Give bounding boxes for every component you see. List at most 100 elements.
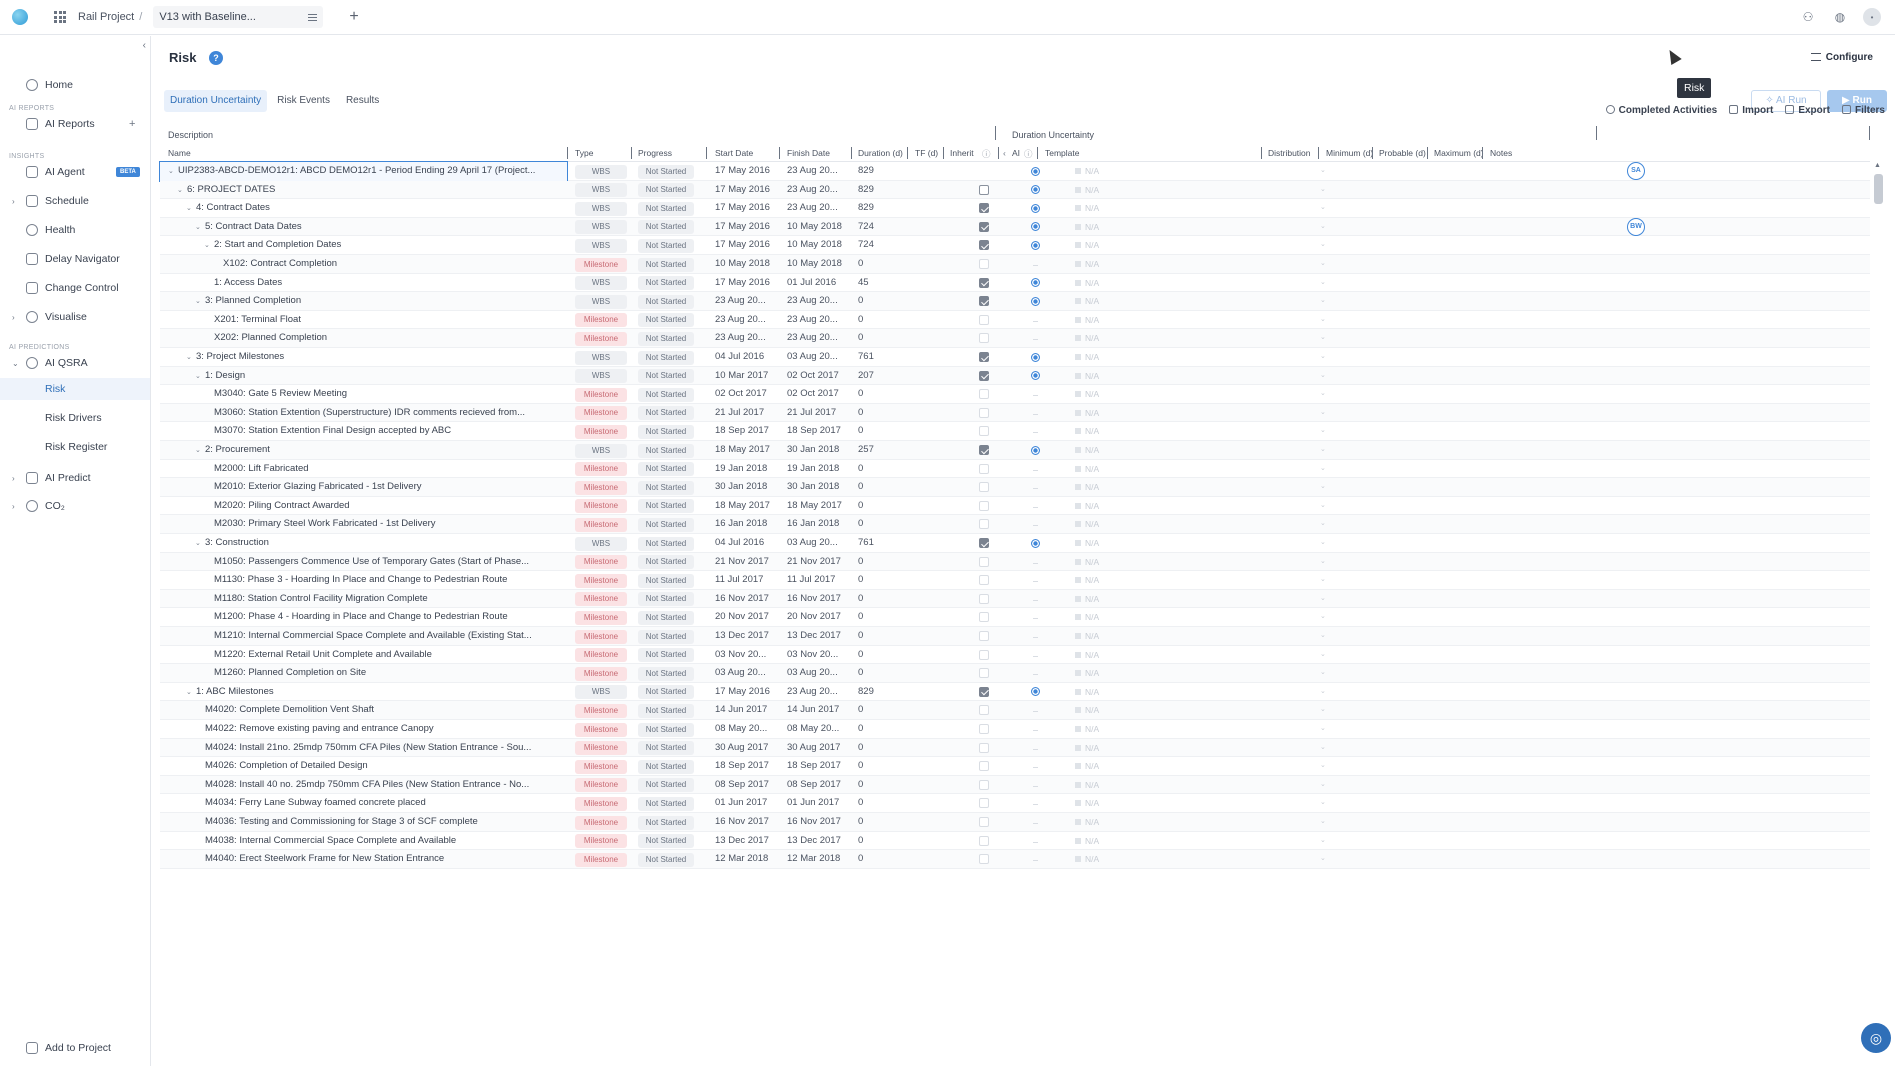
scrollbar-thumb[interactable]: [1874, 174, 1883, 204]
chevron-down-icon[interactable]: ⌄: [12, 359, 19, 368]
table-row[interactable]: ⌄ 3: Construction WBS Not Started 04 Jul 201…: [160, 534, 1870, 553]
row-name-cell[interactable]: M1200: Phase 4 - Hoarding in Place and C…: [160, 608, 567, 627]
inherit-checkbox[interactable]: [979, 407, 989, 418]
chat-icon[interactable]: ◍: [1831, 8, 1849, 26]
ai-toggle[interactable]: [1031, 222, 1040, 232]
table-row[interactable]: ⌄ 3: Project Milestones WBS Not Started 04 J…: [160, 348, 1870, 367]
inherit-checkbox[interactable]: [979, 184, 989, 195]
table-row[interactable]: M1180: Station Control Facility Migratio…: [160, 589, 1870, 609]
assistant-button[interactable]: ◎: [1861, 1023, 1891, 1053]
users-icon[interactable]: ⚇: [1799, 8, 1817, 26]
template-select[interactable]: N/A: [1085, 515, 1145, 534]
table-row[interactable]: X201: Terminal Float Milestone Not Started…: [160, 311, 1870, 330]
note-avatar[interactable]: SA: [1627, 162, 1645, 180]
inherit-checkbox[interactable]: [979, 798, 989, 809]
template-select[interactable]: N/A: [1085, 757, 1145, 776]
sidebar-item-risk-register[interactable]: Risk Register: [0, 436, 150, 458]
chevron-down-icon[interactable]: ⌄: [1320, 538, 1326, 546]
template-select[interactable]: N/A: [1085, 236, 1145, 255]
filters-button[interactable]: Filters: [1841, 105, 1885, 116]
template-select[interactable]: N/A: [1085, 553, 1145, 572]
chevron-down-icon[interactable]: ⌄: [1320, 854, 1326, 862]
sidebar-item-change-control[interactable]: Change Control: [0, 277, 150, 299]
chevron-down-icon[interactable]: ⌄: [186, 349, 196, 367]
col-type[interactable]: Type: [575, 148, 593, 158]
template-select[interactable]: N/A: [1085, 794, 1145, 813]
template-select[interactable]: N/A: [1085, 646, 1145, 665]
table-row[interactable]: ⌄ 6: PROJECT DATES WBS Not Started 17 May 20…: [160, 180, 1870, 200]
row-name-cell[interactable]: M1260: Planned Completion on Site: [160, 664, 567, 683]
table-row[interactable]: M3060: Station Extention (Superstructure…: [160, 403, 1870, 423]
table-row[interactable]: M4028: Install 40 no. 25mdp 750mm CFA Pi…: [160, 775, 1870, 795]
chevron-down-icon[interactable]: ⌄: [1320, 315, 1326, 323]
table-row[interactable]: M4036: Testing and Commissioning for Sta…: [160, 813, 1870, 832]
inherit-checkbox[interactable]: [979, 649, 989, 660]
table-row[interactable]: ⌄ 1: ABC Milestones WBS Not Started 17 May 2…: [160, 683, 1870, 702]
inherit-checkbox[interactable]: [979, 352, 989, 362]
chevron-right-icon[interactable]: ›: [12, 197, 15, 206]
inherit-checkbox[interactable]: [979, 835, 989, 846]
table-row[interactable]: M4038: Internal Commercial Space Complet…: [160, 832, 1870, 851]
table-row[interactable]: M4040: Erect Steelwork Frame for New Sta…: [160, 850, 1870, 869]
row-name-cell[interactable]: M3060: Station Extention (Superstructure…: [160, 404, 567, 423]
table-row[interactable]: ⌄ 5: Contract Data Dates WBS Not Started 17 …: [160, 217, 1870, 237]
row-name-cell[interactable]: M3040: Gate 5 Review Meeting: [160, 385, 567, 404]
row-name-cell[interactable]: M4022: Remove existing paving and entran…: [160, 720, 567, 739]
inherit-checkbox[interactable]: [979, 463, 989, 474]
template-select[interactable]: N/A: [1085, 813, 1145, 832]
inherit-checkbox[interactable]: [979, 314, 989, 325]
sidebar-item-delay-navigator[interactable]: Delay Navigator: [0, 248, 150, 270]
add-report-icon[interactable]: +: [129, 118, 135, 130]
table-row[interactable]: M1260: Planned Completion on Site Milesto…: [160, 664, 1870, 683]
inherit-checkbox[interactable]: [979, 259, 989, 269]
chevron-down-icon[interactable]: ⌄: [1320, 426, 1326, 434]
col-name[interactable]: Name: [168, 148, 191, 158]
inherit-checkbox[interactable]: [979, 612, 989, 623]
row-name-cell[interactable]: ⌄ 3: Planned Completion: [160, 292, 567, 311]
col-inherit[interactable]: Inherit: [950, 148, 974, 158]
inherit-checkbox[interactable]: [979, 482, 989, 493]
row-name-cell[interactable]: M1050: Passengers Commence Use of Tempor…: [160, 553, 567, 572]
column-resizer[interactable]: [907, 147, 908, 159]
chevron-down-icon[interactable]: ⌄: [1320, 408, 1326, 416]
template-select[interactable]: N/A: [1085, 292, 1145, 311]
ai-toggle[interactable]: [1031, 278, 1040, 288]
chevron-down-icon[interactable]: ⌄: [1320, 557, 1326, 565]
col-duration[interactable]: Duration (d): [858, 148, 903, 158]
row-name-cell[interactable]: ⌄ 3: Construction: [160, 534, 567, 553]
row-name-cell[interactable]: M2030: Primary Steel Work Fabricated - 1…: [160, 515, 567, 534]
inherit-checkbox[interactable]: [979, 854, 989, 865]
template-select[interactable]: N/A: [1085, 850, 1145, 869]
chevron-down-icon[interactable]: ⌄: [1320, 798, 1326, 806]
row-name-cell[interactable]: ⌄ 1: ABC Milestones: [160, 683, 567, 702]
column-resizer[interactable]: [998, 147, 999, 159]
chevron-down-icon[interactable]: ⌄: [1320, 501, 1326, 509]
column-resizer[interactable]: [567, 147, 568, 159]
sidebar-item-health[interactable]: Health: [0, 219, 150, 241]
template-select[interactable]: N/A: [1085, 162, 1145, 181]
apps-grid-icon[interactable]: [54, 11, 66, 23]
column-resizer[interactable]: [943, 147, 944, 159]
table-row[interactable]: M2020: Piling Contract Awarded Milestone N…: [160, 497, 1870, 516]
chevron-down-icon[interactable]: ⌄: [1320, 836, 1326, 844]
template-select[interactable]: N/A: [1085, 534, 1145, 553]
chevron-down-icon[interactable]: ⌄: [1320, 594, 1326, 602]
col-start-date[interactable]: Start Date: [715, 148, 753, 158]
chevron-down-icon[interactable]: ⌄: [1320, 631, 1326, 639]
collapse-sidebar-icon[interactable]: ‹: [143, 40, 146, 51]
template-select[interactable]: N/A: [1085, 218, 1145, 237]
row-name-cell[interactable]: ⌄ 5: Contract Data Dates: [160, 218, 567, 237]
table-row[interactable]: M1130: Phase 3 - Hoarding In Place and C…: [160, 571, 1870, 590]
chevron-down-icon[interactable]: ⌄: [186, 684, 196, 702]
col-probable[interactable]: Probable (d): [1379, 148, 1426, 158]
row-name-cell[interactable]: M3070: Station Extention Final Design ac…: [160, 422, 567, 441]
chevron-down-icon[interactable]: ⌄: [204, 237, 214, 255]
table-row[interactable]: M1220: External Retail Unit Complete and…: [160, 646, 1870, 665]
tab-results[interactable]: Results: [340, 90, 385, 112]
inherit-checkbox[interactable]: [979, 817, 989, 827]
template-select[interactable]: N/A: [1085, 701, 1145, 720]
template-select[interactable]: N/A: [1085, 478, 1145, 497]
inherit-checkbox[interactable]: [979, 426, 989, 437]
ai-toggle[interactable]: [1031, 166, 1040, 176]
template-select[interactable]: N/A: [1085, 404, 1145, 423]
